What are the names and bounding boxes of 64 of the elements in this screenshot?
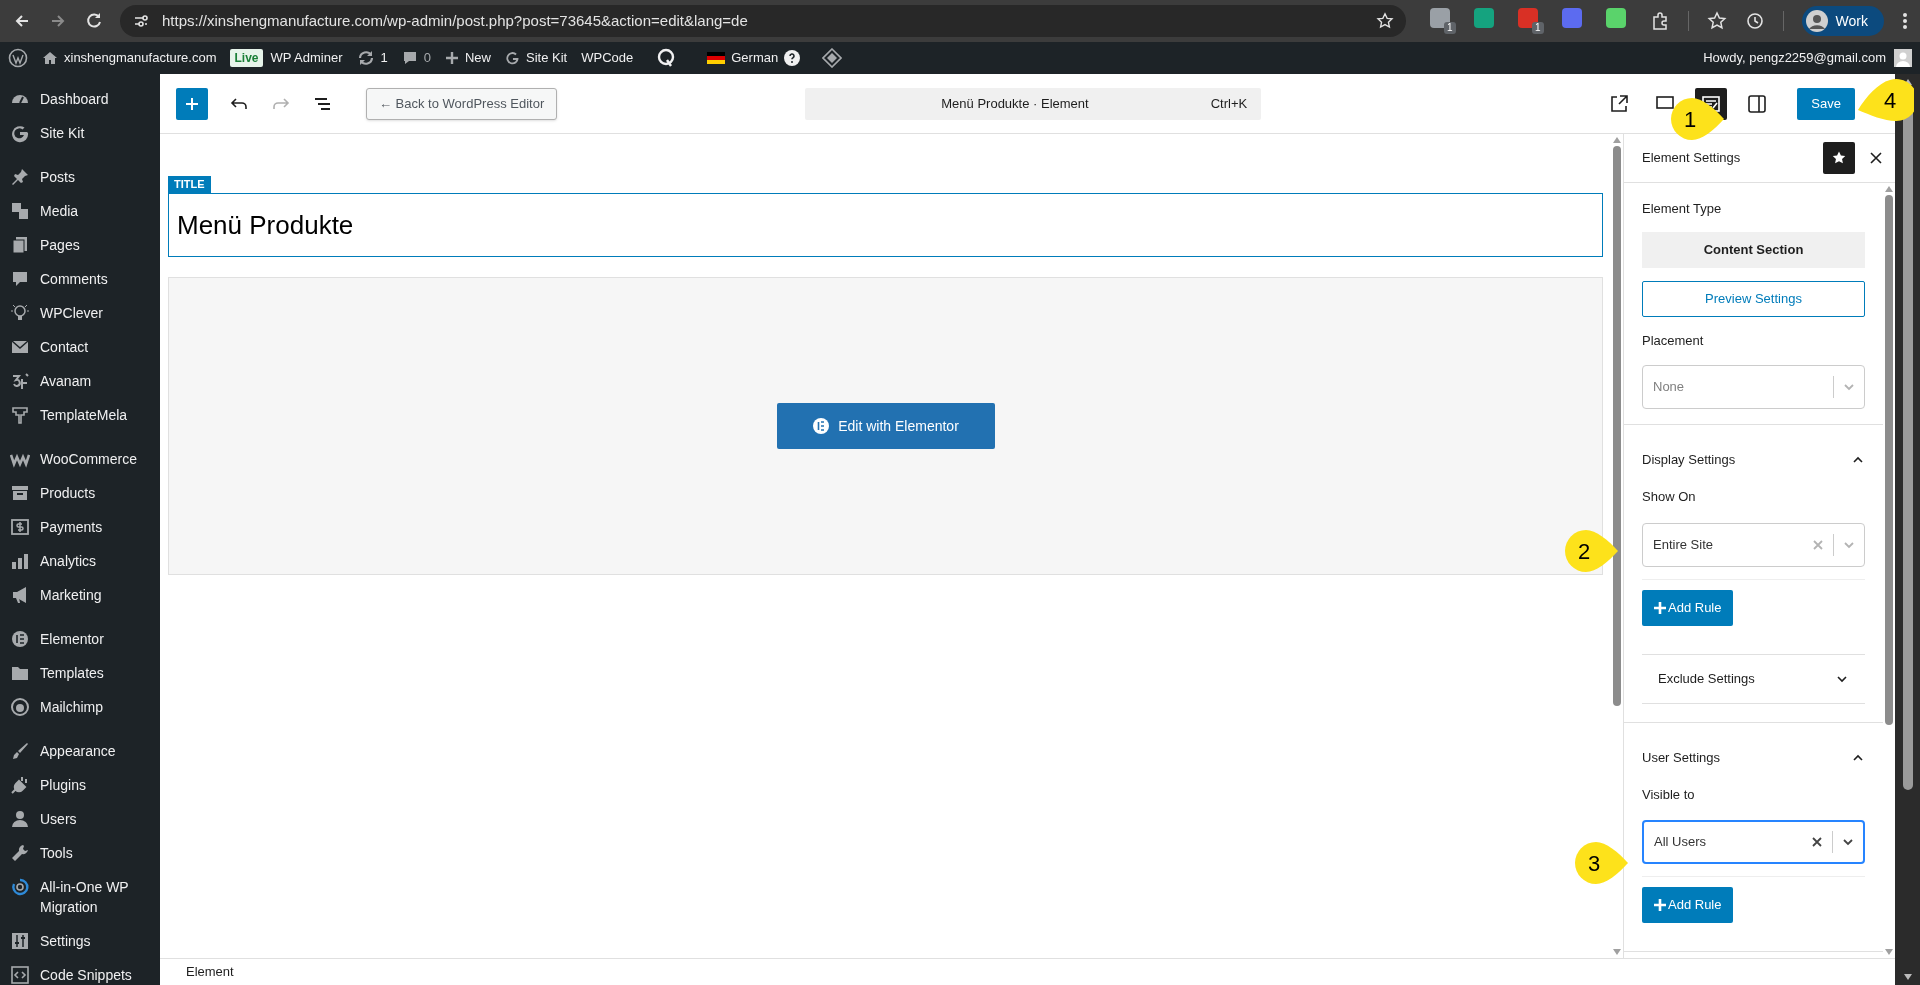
sidebar-item[interactable]: WooCommerce xyxy=(0,442,160,476)
site-kit-link[interactable]: Site Kit xyxy=(505,48,568,68)
panel-title: Element Settings xyxy=(1642,149,1742,168)
sidebar-item[interactable]: Code Snippets xyxy=(0,958,160,985)
sidebar-item[interactable]: Appearance xyxy=(0,734,160,768)
sidebar-item[interactable]: All-in-One WP Migration xyxy=(0,870,160,924)
section-toggle[interactable]: Exclude Settings xyxy=(1642,653,1865,704)
sidebar-item[interactable]: Settings xyxy=(0,924,160,958)
sidebar-item[interactable]: Mailchimp xyxy=(0,690,160,724)
extension-badge: 1 xyxy=(1444,22,1456,34)
sidebar-item[interactable]: Plugins xyxy=(0,768,160,802)
select-field[interactable]: None xyxy=(1642,365,1865,409)
field-label: Visible to xyxy=(1642,785,1696,804)
sidebar-item[interactable]: Payments xyxy=(0,510,160,544)
post-title: Menü Produkte xyxy=(177,208,354,242)
block-type-label: TITLE xyxy=(168,176,211,193)
command-bar[interactable]: Menü Produkte · Element Ctrl+K xyxy=(805,87,1262,120)
field-label: Element Type xyxy=(1642,200,1723,218)
select-field[interactable]: All Users xyxy=(1642,820,1865,864)
sidebar-item[interactable]: Templates xyxy=(0,656,160,690)
sidebar-item[interactable]: WPClever xyxy=(0,296,160,330)
field-label: Placement xyxy=(1642,331,1705,350)
address-bar[interactable]: https://xinshengmanufacture.com/wp-admin/post.php?post=73645&action=edit&lang=de xyxy=(120,5,1406,37)
comments-link[interactable]: 0 xyxy=(401,48,431,68)
language-switcher[interactable]: German xyxy=(707,48,801,68)
field-label: Show On xyxy=(1642,488,1697,506)
sidebar-item[interactable]: Media xyxy=(0,194,160,228)
sidebar-item[interactable]: Marketing xyxy=(0,578,160,612)
back-to-editor-button[interactable]: ← Back to WordPress Editor xyxy=(366,87,558,120)
sidebar-item[interactable]: Site Kit xyxy=(0,116,160,150)
sidebar-item[interactable]: Contact xyxy=(0,330,160,364)
extension-badge: 1 xyxy=(1532,22,1544,34)
admin-bar-link[interactable]: WPCode xyxy=(581,48,634,68)
site-link[interactable]: xinshengmanufacture.com xyxy=(42,48,217,68)
add-rule-button[interactable]: Add Rule xyxy=(1642,887,1734,923)
url-text: https://xinshengmanufacture.com/wp-admin/post.php?post=73645&action=edit&lang=de xyxy=(162,10,749,31)
save-button[interactable]: Save xyxy=(1797,87,1855,120)
element-type-value: Content Section xyxy=(1642,231,1865,268)
sidebar-item[interactable]: Pages xyxy=(0,228,160,262)
sidebar-item[interactable]: TemplateMela xyxy=(0,398,160,432)
sidebar-item[interactable]: Products xyxy=(0,476,160,510)
sidebar-item[interactable]: Analytics xyxy=(0,544,160,578)
title-block[interactable]: Menü Produkte xyxy=(168,193,1603,257)
step-tooltip: 2 xyxy=(1562,528,1620,574)
preview-settings-button[interactable]: Preview Settings xyxy=(1642,280,1865,317)
live-badge: Live xyxy=(230,49,263,67)
sidebar-item[interactable]: Tools xyxy=(0,836,160,870)
updates-link[interactable]: 1 xyxy=(356,48,388,68)
profile-chip[interactable]: Work xyxy=(1801,6,1884,36)
step-tooltip: 4 xyxy=(1856,77,1914,123)
admin-bar-link[interactable]: WP Adminer xyxy=(270,48,343,68)
sidebar-item[interactable]: Avanam xyxy=(0,364,160,398)
sidebar-item[interactable]: Elementor xyxy=(0,622,160,656)
edit-with-elementor-button[interactable]: Edit with Elementor xyxy=(776,403,995,449)
add-rule-button[interactable]: Add Rule xyxy=(1642,589,1734,626)
sidebar-item[interactable]: Posts xyxy=(0,160,160,194)
step-tooltip: 1 xyxy=(1668,96,1726,142)
sidebar-item[interactable]: Dashboard xyxy=(0,82,160,116)
new-link[interactable]: New xyxy=(445,48,491,68)
breadcrumb[interactable]: Element xyxy=(186,962,234,982)
sidebar-item[interactable]: Comments xyxy=(0,262,160,296)
sidebar-item[interactable]: Users xyxy=(0,802,160,836)
account-link[interactable]: Howdy, pengz2259@gmail.com xyxy=(1703,48,1912,68)
step-tooltip: 3 xyxy=(1572,840,1630,886)
